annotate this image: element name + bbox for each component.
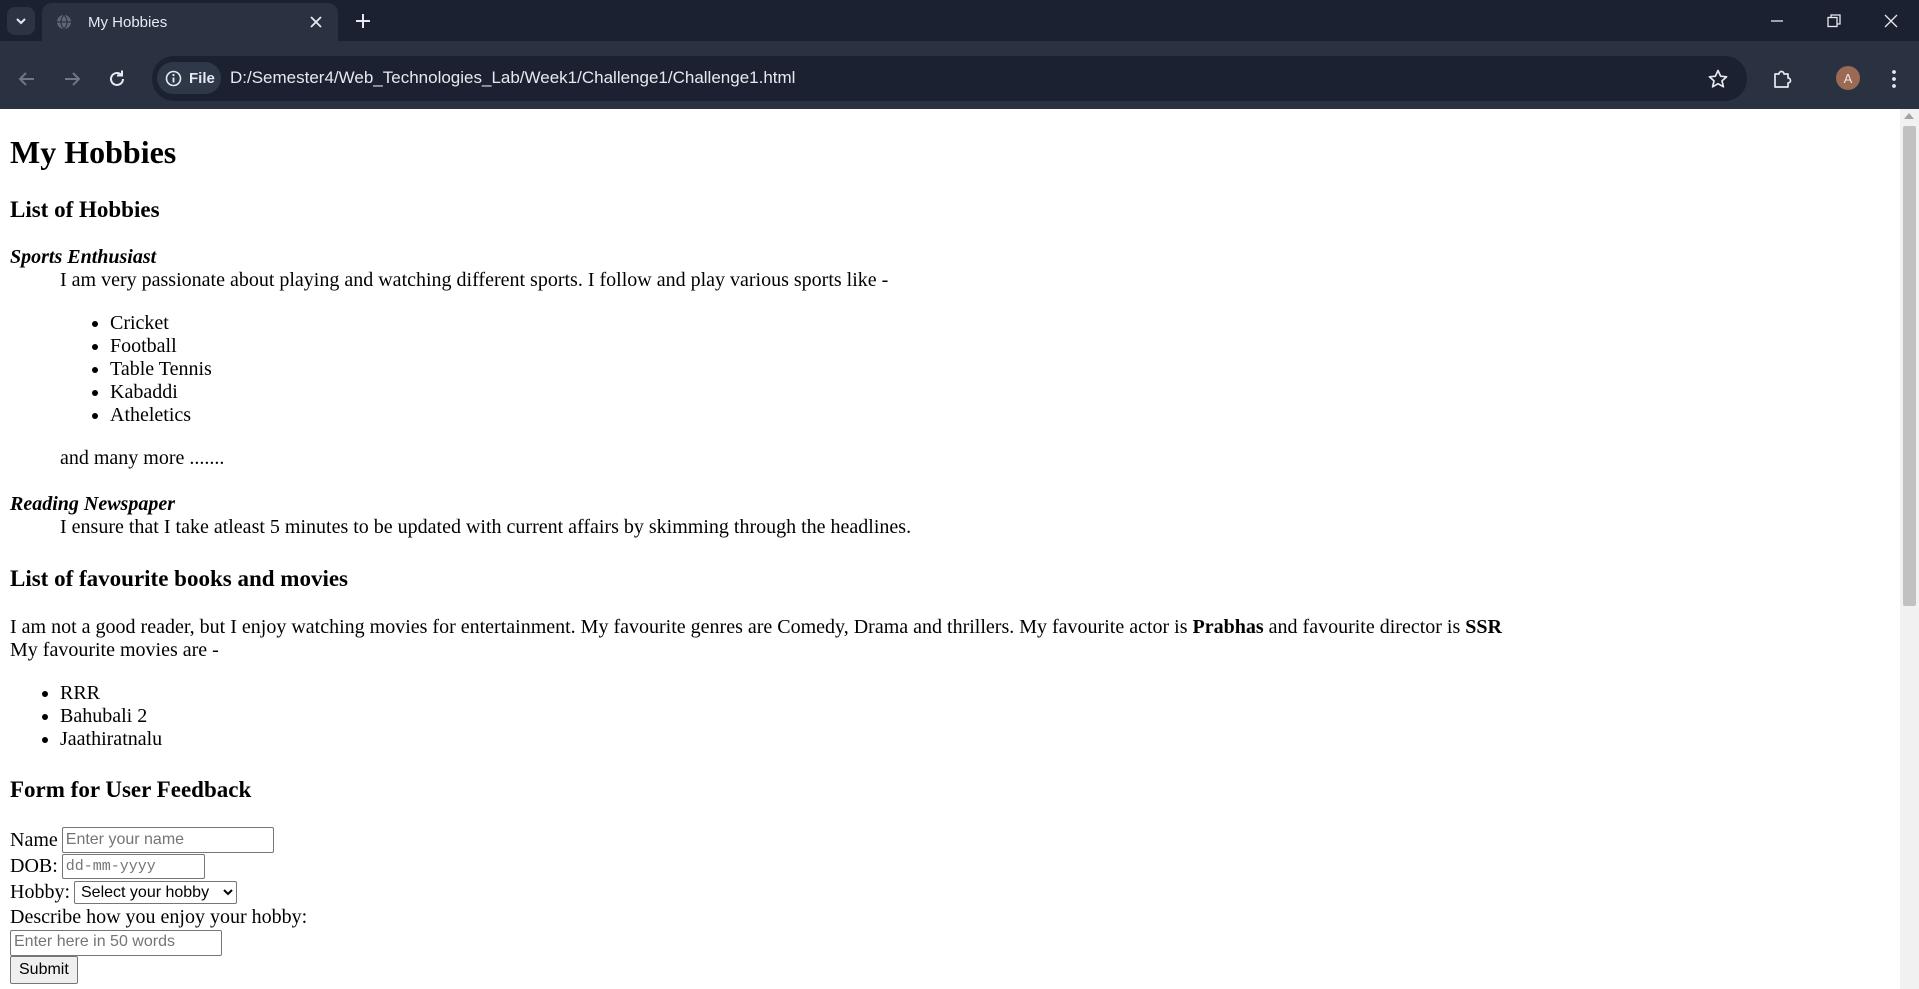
star-icon[interactable] <box>1707 68 1729 90</box>
describe-label: Describe how you enjoy your hobby: <box>10 906 308 928</box>
list-item: Table Tennis <box>110 358 1890 381</box>
list-item: Cricket <box>110 312 1890 335</box>
dob-input[interactable] <box>61 854 205 879</box>
describe-row <box>10 930 1890 956</box>
movies-intro: My favourite movies are - <box>10 639 219 661</box>
site-info-chip[interactable]: File <box>157 62 221 94</box>
movies-list: RRR Bahubali 2 Jaathiratnalu <box>10 682 1890 751</box>
hobby-description-text: I am very passionate about playing and w… <box>60 269 889 291</box>
hobby-term: Sports Enthusiast <box>10 246 157 268</box>
hobbies-heading: List of Hobbies <box>10 197 160 222</box>
tab-title: My Hobbies <box>88 13 168 31</box>
chevron-down-icon <box>16 18 26 25</box>
submit-row: Submit <box>10 956 1890 984</box>
globe-icon <box>56 14 72 30</box>
hobby-select[interactable]: Select your hobby <box>74 881 237 904</box>
hobby-row: Hobby: Select your hobby <box>10 880 1890 905</box>
favourites-text: I am not a good reader, but I enjoy watc… <box>10 616 1193 638</box>
url-text[interactable]: D:/Semester4/Web_Technologies_Lab/Week1/… <box>230 68 795 88</box>
describe-textarea[interactable] <box>10 930 222 956</box>
hobbies-list: Sports Enthusiast I am very passionate a… <box>10 246 1890 539</box>
favourites-paragraph: I am not a good reader, but I enjoy watc… <box>10 616 1890 639</box>
close-icon[interactable] <box>308 14 324 30</box>
kebab-menu-icon[interactable] <box>1883 68 1905 90</box>
site-chip-label: File <box>189 69 215 87</box>
sports-list: Cricket Football Table Tennis Kabaddi At… <box>60 312 1890 427</box>
list-item: Football <box>110 335 1890 358</box>
list-item: Atheletics <box>110 404 1890 427</box>
favourite-actor: Prabhas <box>1192 616 1264 638</box>
scroll-up-arrow-icon[interactable] <box>1904 113 1914 119</box>
hobby-term: Reading Newspaper <box>10 493 175 515</box>
hobby-closing-text: and many more ....... <box>60 447 225 469</box>
describe-label-row: Describe how you enjoy your hobby: <box>10 905 1890 930</box>
forward-arrow-icon[interactable] <box>62 69 82 89</box>
info-icon <box>165 70 182 87</box>
page-viewport: My Hobbies List of Hobbies Sports Enthus… <box>0 109 1900 989</box>
hobby-label: Hobby: <box>10 881 70 903</box>
name-input[interactable] <box>61 827 274 853</box>
hobby-description: I am very passionate about playing and w… <box>60 269 1890 470</box>
feedback-form: Name DOB: Hobby: Select your hobby Descr… <box>10 827 1890 984</box>
list-item: Kabaddi <box>110 381 1890 404</box>
browser-tab-active[interactable]: My Hobbies <box>42 3 338 41</box>
window-close-icon[interactable] <box>1883 13 1899 29</box>
tab-search-button[interactable] <box>7 7 35 35</box>
hobby-description: I ensure that I take atleast 5 minutes t… <box>60 516 912 538</box>
back-arrow-icon[interactable] <box>17 69 37 89</box>
avatar[interactable]: A <box>1836 66 1860 90</box>
plus-icon[interactable] <box>355 13 371 29</box>
page-content: My Hobbies List of Hobbies Sports Enthus… <box>10 109 1890 984</box>
name-label: Name <box>10 828 58 851</box>
name-row: Name <box>10 827 1890 853</box>
page-title: My Hobbies <box>10 134 177 170</box>
reload-icon[interactable] <box>107 69 127 89</box>
dob-label: DOB: <box>10 855 58 877</box>
puzzle-icon[interactable] <box>1771 68 1793 90</box>
favourite-director: SSR <box>1465 616 1502 638</box>
list-item: Bahubali 2 <box>60 705 1890 728</box>
minimize-icon[interactable] <box>1769 13 1785 29</box>
restore-icon[interactable] <box>1826 13 1842 29</box>
list-item: Jaathiratnalu <box>60 728 1890 751</box>
dob-row: DOB: <box>10 854 1890 879</box>
form-heading: Form for User Feedback <box>10 777 252 802</box>
scrollbar-thumb[interactable] <box>1903 126 1916 606</box>
list-item: RRR <box>60 682 1890 705</box>
submit-button[interactable]: Submit <box>10 956 78 984</box>
favourites-heading: List of favourite books and movies <box>10 566 348 591</box>
favourites-text: and favourite director is <box>1263 616 1466 638</box>
